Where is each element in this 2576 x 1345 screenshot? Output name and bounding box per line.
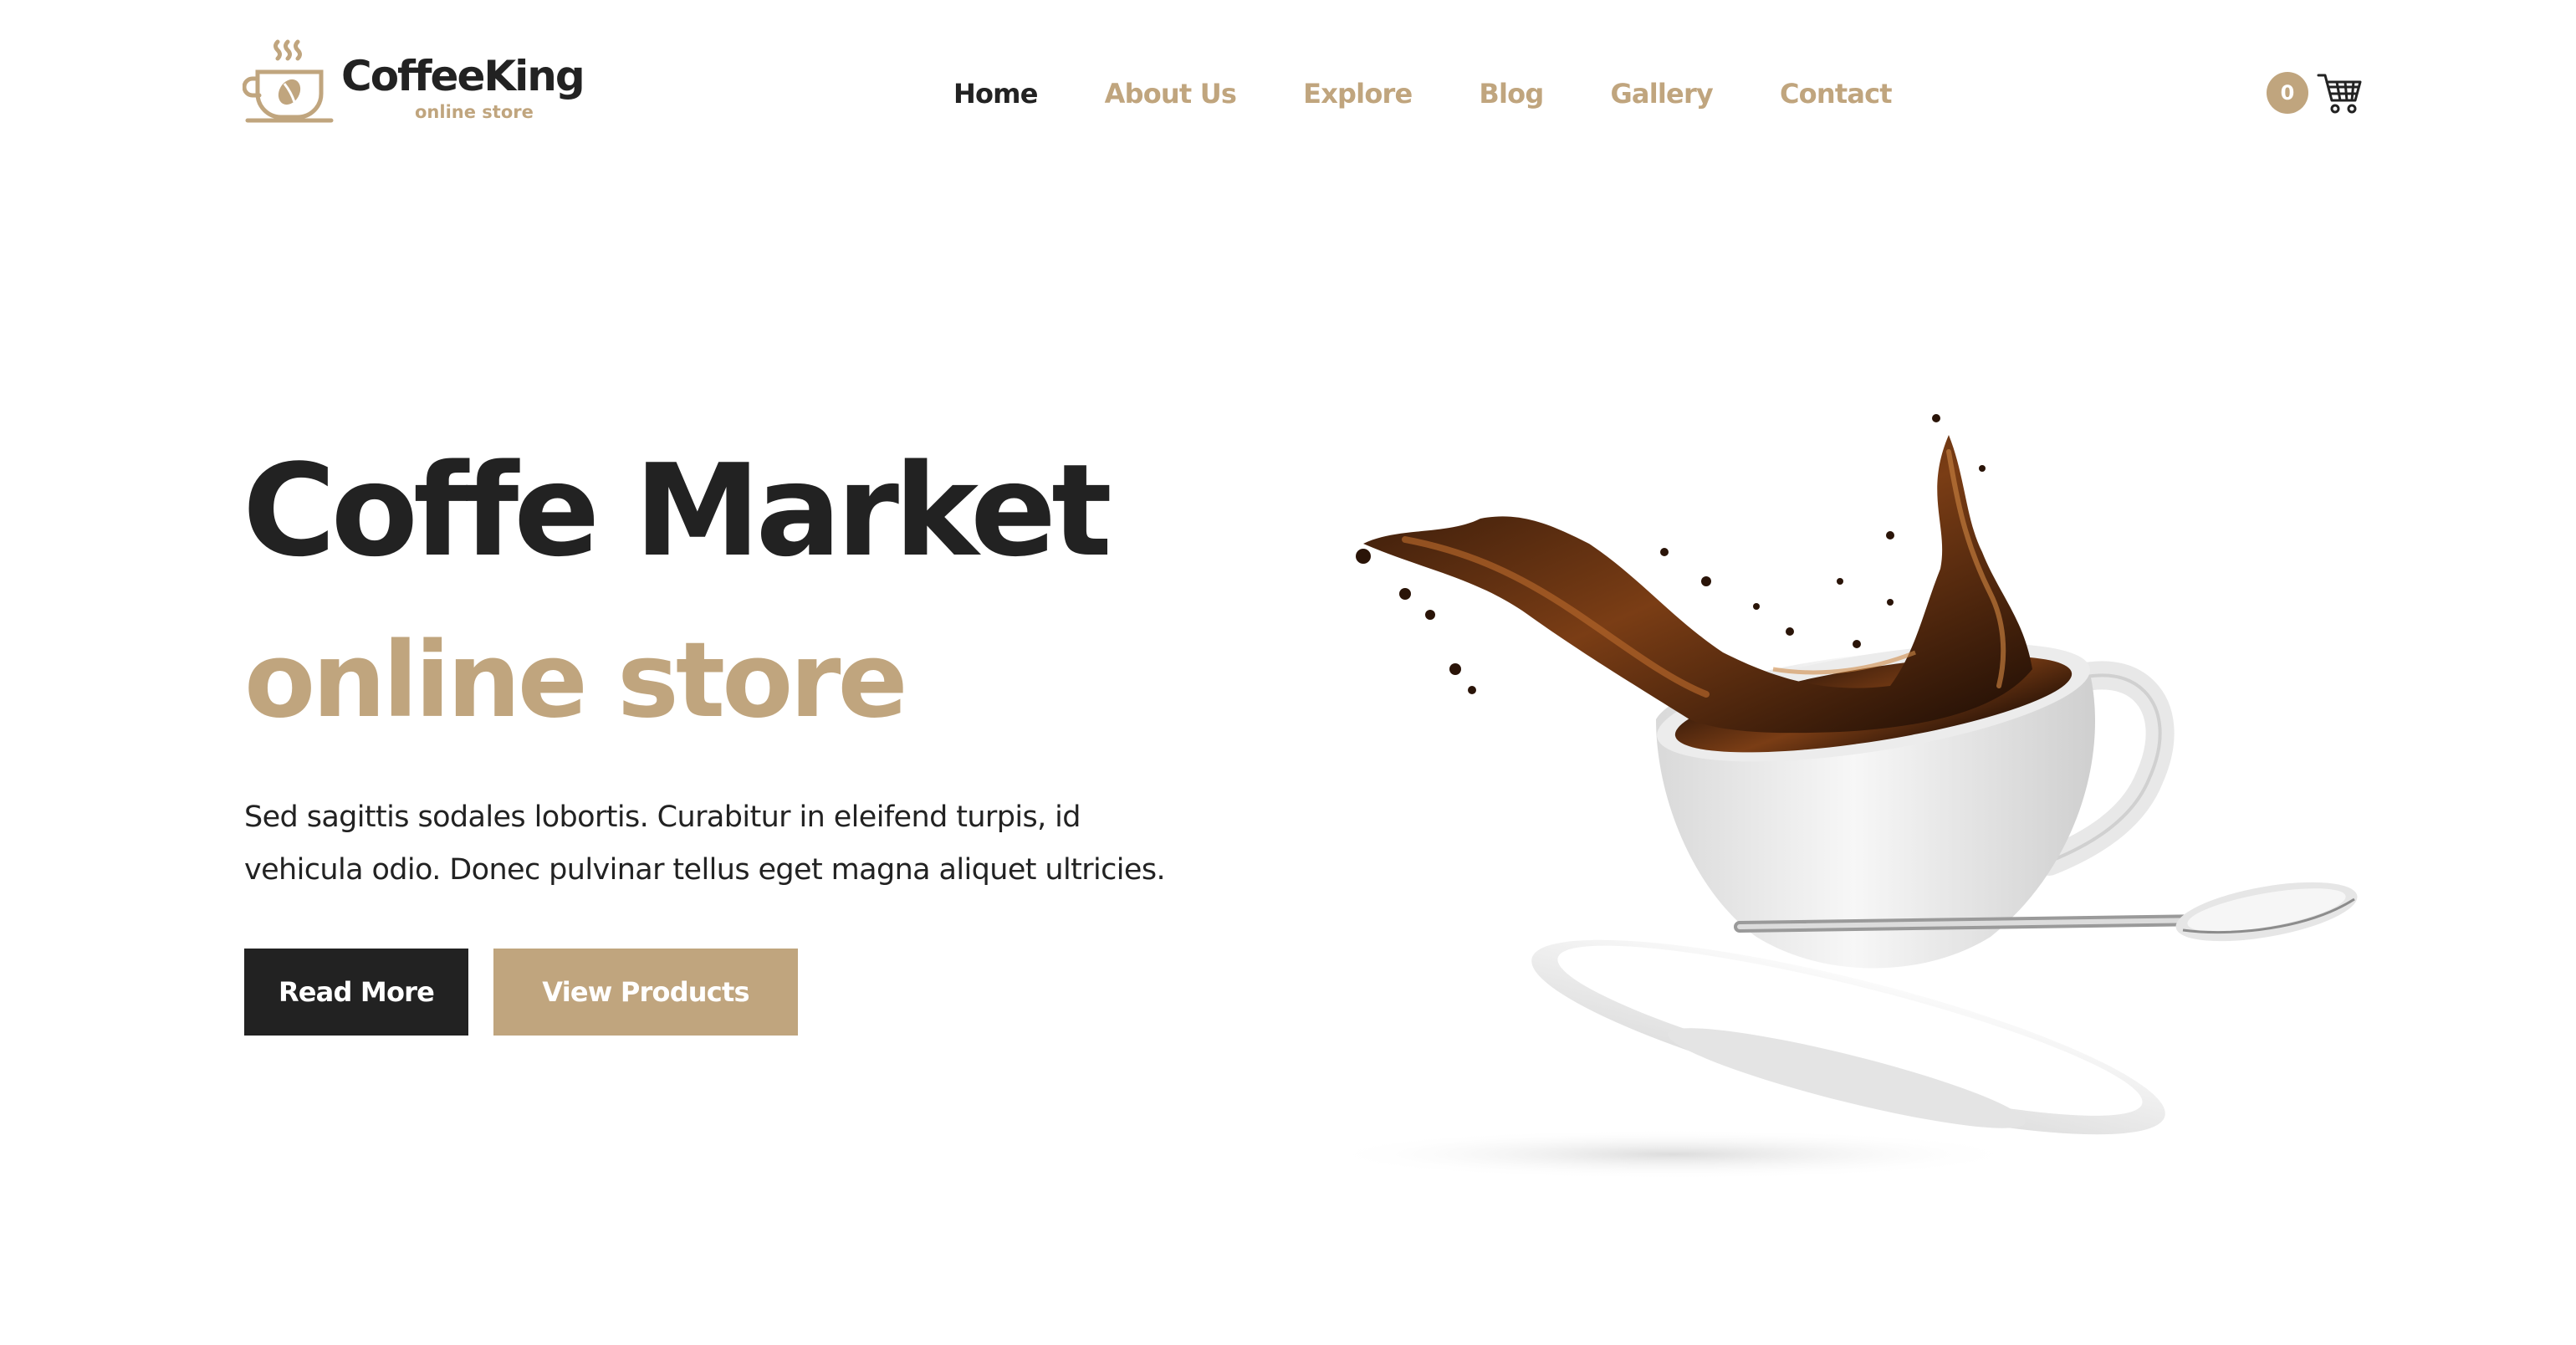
brand-tagline: online store xyxy=(415,102,534,122)
brand-name: CoffeeKing xyxy=(341,52,585,100)
coffee-cup-icon xyxy=(243,39,334,123)
nav-item-contact[interactable]: Contact xyxy=(1780,74,1893,114)
hero-subtitle: online store xyxy=(244,621,908,741)
hero-description: Sed sagittis sodales lobortis. Curabitur… xyxy=(244,791,1290,897)
hero-description-line-2: vehicula odio. Donec pulvinar tellus ege… xyxy=(244,853,1166,887)
cart-button[interactable]: 0 xyxy=(2267,72,2362,115)
main-nav: Home About Us Explore Blog Gallery Conta… xyxy=(953,74,1893,114)
shopping-cart-icon xyxy=(2317,74,2362,114)
brand-logo[interactable]: CoffeeKing online store xyxy=(243,37,594,137)
hero-title: Coffe Market xyxy=(243,437,1112,585)
nav-item-about-us[interactable]: About Us xyxy=(1105,74,1237,114)
read-more-button[interactable]: Read More xyxy=(244,949,468,1036)
nav-item-gallery[interactable]: Gallery xyxy=(1610,74,1713,114)
view-products-button[interactable]: View Products xyxy=(493,949,798,1036)
cart-count-badge: 0 xyxy=(2267,72,2308,114)
nav-item-blog[interactable]: Blog xyxy=(1479,74,1544,114)
nav-item-home[interactable]: Home xyxy=(953,74,1038,114)
coffee-splash-cup-image xyxy=(1321,414,2358,1179)
hero-description-line-1: Sed sagittis sodales lobortis. Curabitur… xyxy=(244,800,1081,834)
nav-item-explore[interactable]: Explore xyxy=(1303,74,1413,114)
page: CoffeeKing online store Home About Us Ex… xyxy=(0,0,2576,1345)
